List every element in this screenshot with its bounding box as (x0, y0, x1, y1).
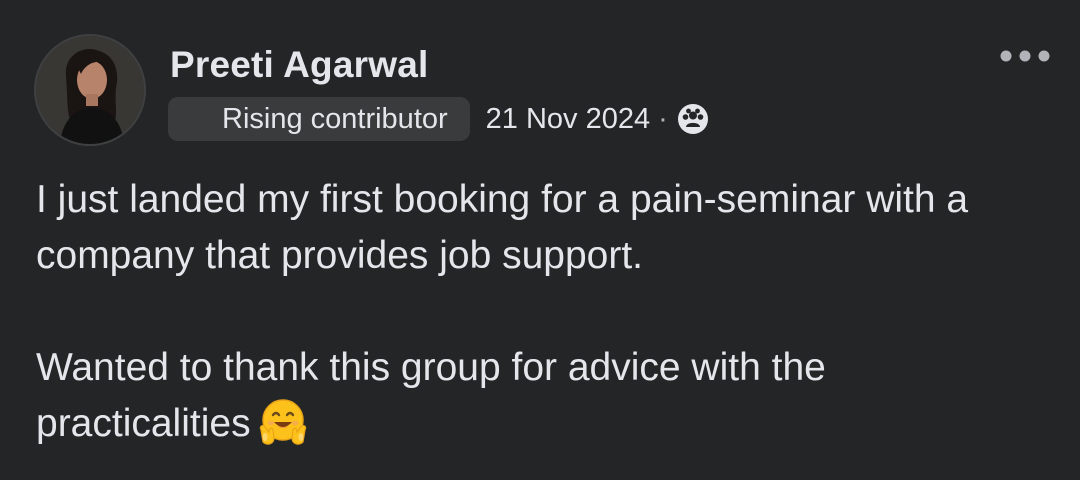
contributor-badge[interactable]: Rising contributor (168, 97, 470, 141)
meta-separator: · (658, 102, 668, 135)
post-meta: Rising contributor 21 Nov 2024 · (168, 97, 710, 141)
badge-label: Rising contributor (222, 102, 448, 135)
post-date[interactable]: 21 Nov 2024 (486, 103, 650, 136)
author-name[interactable]: Preeti Agarwal (170, 44, 428, 86)
author-avatar[interactable] (34, 34, 146, 146)
avatar-photo (36, 36, 144, 144)
group-members-icon[interactable] (676, 102, 710, 136)
more-options-button[interactable] (996, 38, 1054, 74)
post-paragraph-2: Wanted to thank this group for advice wi… (36, 340, 1046, 452)
ellipsis-icon (1000, 50, 1050, 62)
post-paragraph-1: I just landed my first booking for a pai… (36, 178, 969, 277)
post-text: I just landed my first booking for a pai… (36, 172, 1046, 452)
post-paragraph-2-text: Wanted to thank this group for advice wi… (36, 346, 826, 445)
hugging-face-emoji-icon (257, 396, 309, 448)
